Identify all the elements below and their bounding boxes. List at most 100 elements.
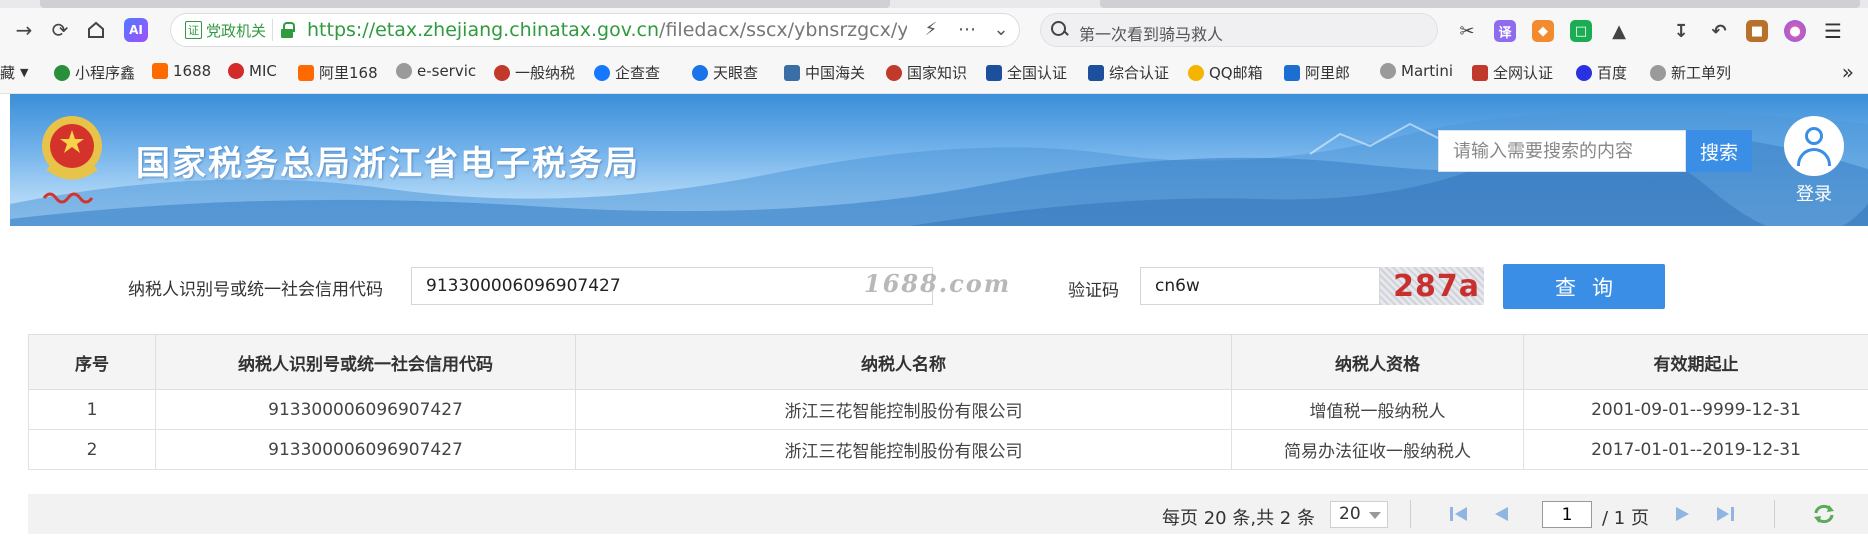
cell-validity: 2001-09-01--9999-12-31 bbox=[1523, 389, 1868, 430]
more-dots-icon[interactable]: ⋯ bbox=[955, 19, 979, 40]
game-icon[interactable]: ◆ bbox=[1532, 20, 1554, 42]
bookmark-item[interactable]: 1688 bbox=[152, 62, 211, 80]
home-icon[interactable] bbox=[82, 16, 110, 44]
bookmarks-more-icon[interactable]: » bbox=[1842, 60, 1854, 84]
captcha-input[interactable] bbox=[1140, 267, 1380, 305]
bookmark-label: 百度 bbox=[1597, 64, 1628, 82]
prev-page-icon[interactable] bbox=[1490, 505, 1512, 523]
page-size-select[interactable]: 20 bbox=[1330, 501, 1388, 528]
cell-taxpayer-name: 浙江三花智能控制股份有限公司 bbox=[575, 389, 1232, 430]
next-page-icon[interactable] bbox=[1672, 505, 1694, 523]
url-path: /filedacx/sscx/ybnsrzgcx/ybnsrzgcx bbox=[659, 19, 907, 41]
col-header-taxpayer-name: 纳税人名称 bbox=[575, 334, 1232, 390]
gov-site-badge: 证 党政机关 bbox=[179, 19, 274, 41]
ai-icon[interactable]: ● bbox=[1784, 20, 1806, 42]
cell-qualification: 简易办法征收一般纳税人 bbox=[1231, 429, 1524, 470]
bookmark-item[interactable]: 一般纳税 bbox=[494, 62, 575, 83]
bookmarks-bar: 藏 ▼ 小程序鑫 1688 MIC 阿里168 e-servic 一般纳税 企查查… bbox=[0, 52, 1868, 94]
download-icon[interactable]: ↧ bbox=[1670, 20, 1692, 42]
bookmark-item[interactable]: 中国海关 bbox=[784, 62, 865, 83]
bookmark-label: 1688 bbox=[173, 62, 212, 80]
bookmark-favicon-icon bbox=[594, 64, 610, 81]
url-text[interactable]: https://etax.zhejiang.chinatax.gov.cn/fi… bbox=[307, 19, 907, 41]
bookmark-favicon-icon bbox=[986, 64, 1002, 81]
menu-icon[interactable]: ☰ bbox=[1822, 19, 1844, 43]
bolt-icon[interactable]: ⚡ bbox=[919, 19, 943, 40]
bookmark-item[interactable]: 全国认证 bbox=[986, 62, 1067, 83]
chevron-down-icon[interactable]: ⌄ bbox=[989, 19, 1013, 40]
puzzle-icon[interactable]: ▲ bbox=[1608, 20, 1630, 42]
browser-toolbar: → ⟳ AI 证 党政机关 https://etax.zhejiang.chin… bbox=[0, 8, 1868, 52]
cert-icon: 证 bbox=[185, 21, 202, 39]
globe-icon bbox=[396, 63, 412, 79]
browser-search-text: 第一次看到骑马救人 bbox=[1079, 25, 1224, 44]
captcha-image[interactable]: 287a bbox=[1380, 267, 1484, 305]
bookmark-item[interactable]: 企查查 bbox=[594, 62, 660, 83]
pagination-summary: 每页 20 条,共 2 条 bbox=[1162, 508, 1315, 529]
green-square-icon[interactable]: □ bbox=[1570, 20, 1592, 42]
browser-window: → ⟳ AI 证 党政机关 https://etax.zhejiang.chin… bbox=[0, 0, 1868, 559]
query-button[interactable]: 查询 bbox=[1503, 264, 1665, 309]
cut-icon[interactable]: ✂ bbox=[1456, 20, 1478, 42]
address-bar[interactable]: 证 党政机关 https://etax.zhejiang.chinatax.go… bbox=[170, 13, 1020, 47]
ai-assistant-icon[interactable]: AI bbox=[124, 18, 148, 42]
table-row: 2 913300006096907427 浙江三花智能控制股份有限公司 简易办法… bbox=[28, 429, 1868, 470]
bookmark-favicon-icon bbox=[298, 64, 314, 81]
cell-taxpayer-name: 浙江三花智能控制股份有限公司 bbox=[575, 429, 1232, 470]
bookmark-item[interactable]: MIC bbox=[228, 62, 277, 80]
reload-icon[interactable]: ⟳ bbox=[46, 16, 74, 44]
bookmark-favicon-icon bbox=[1472, 64, 1488, 81]
translate-icon[interactable]: 译 bbox=[1494, 20, 1516, 42]
bookmark-favicon-icon bbox=[692, 64, 708, 81]
bookmark-item[interactable]: 全网认证 bbox=[1472, 62, 1553, 83]
cell-validity: 2017-01-01--2019-12-31 bbox=[1523, 429, 1868, 470]
site-banner: 国家税务总局浙江省电子税务局 搜索 登录 bbox=[10, 94, 1868, 226]
bookmark-favicon-icon bbox=[1188, 64, 1204, 81]
bookmark-favicon-icon bbox=[784, 64, 800, 81]
bookmark-item[interactable]: 阿里郎 bbox=[1284, 62, 1350, 83]
results-table: 序号 纳税人识别号或统一社会信用代码 纳税人名称 纳税人资格 有效期起止 1 9… bbox=[28, 334, 1868, 470]
taxpayer-id-label: 纳税人识别号或统一社会信用代码 bbox=[128, 280, 383, 300]
site-search-field[interactable] bbox=[1438, 130, 1686, 172]
first-page-icon[interactable] bbox=[1448, 505, 1470, 523]
lock-icon[interactable] bbox=[281, 22, 295, 38]
table-row: 1 913300006096907427 浙江三花智能控制股份有限公司 增值税一… bbox=[28, 389, 1868, 430]
bookmark-item[interactable]: 新工单列 bbox=[1650, 62, 1731, 83]
tab-inactive[interactable] bbox=[1100, 0, 1860, 8]
browser-search-box[interactable]: 第一次看到骑马救人 bbox=[1040, 13, 1438, 47]
bookmark-label: 综合认证 bbox=[1109, 64, 1170, 82]
tab-active[interactable] bbox=[40, 0, 890, 8]
bookmark-item[interactable]: e-servic bbox=[396, 62, 476, 80]
captcha-label: 验证码 bbox=[1068, 281, 1119, 301]
bookmark-item[interactable]: Martini bbox=[1380, 62, 1453, 80]
col-header-validity: 有效期起止 bbox=[1523, 334, 1868, 390]
cell-index: 1 bbox=[28, 389, 156, 430]
bookmark-label: 阿里郎 bbox=[1305, 64, 1351, 82]
site-search-input[interactable] bbox=[1439, 131, 1685, 171]
briefcase-icon[interactable]: ■ bbox=[1746, 20, 1768, 42]
bookmark-item[interactable]: 国家知识 bbox=[886, 62, 967, 83]
bookmark-item[interactable]: 藏 ▼ bbox=[0, 62, 28, 83]
bookmark-item[interactable]: 综合认证 bbox=[1088, 62, 1169, 83]
bookmark-item[interactable]: 小程序鑫 bbox=[54, 62, 135, 83]
user-avatar-icon[interactable] bbox=[1784, 116, 1844, 176]
site-search-button[interactable]: 搜索 bbox=[1686, 130, 1752, 172]
tab-strip bbox=[0, 0, 1868, 8]
bookmark-item[interactable]: QQ邮箱 bbox=[1188, 62, 1263, 83]
bookmark-label: 一般纳税 bbox=[515, 64, 576, 82]
col-header-taxpayer-id: 纳税人识别号或统一社会信用代码 bbox=[155, 334, 576, 390]
back-icon[interactable]: → bbox=[10, 16, 38, 44]
undo-icon[interactable]: ↶ bbox=[1708, 20, 1730, 42]
watermark-text: 1688.com bbox=[864, 269, 1012, 298]
bookmark-favicon-icon bbox=[1284, 64, 1300, 81]
taxpayer-id-input[interactable] bbox=[411, 267, 933, 305]
bookmark-item[interactable]: 百度 bbox=[1576, 62, 1627, 83]
last-page-icon[interactable] bbox=[1714, 505, 1736, 523]
bookmark-item[interactable]: 阿里168 bbox=[298, 62, 378, 83]
page-number-input[interactable] bbox=[1542, 501, 1592, 528]
login-link[interactable]: 登录 bbox=[1796, 180, 1832, 206]
bookmark-label: e-servic bbox=[417, 62, 477, 80]
refresh-icon[interactable] bbox=[1812, 503, 1836, 525]
gov-badge-label: 党政机关 bbox=[206, 21, 267, 40]
bookmark-item[interactable]: 天眼查 bbox=[692, 62, 758, 83]
